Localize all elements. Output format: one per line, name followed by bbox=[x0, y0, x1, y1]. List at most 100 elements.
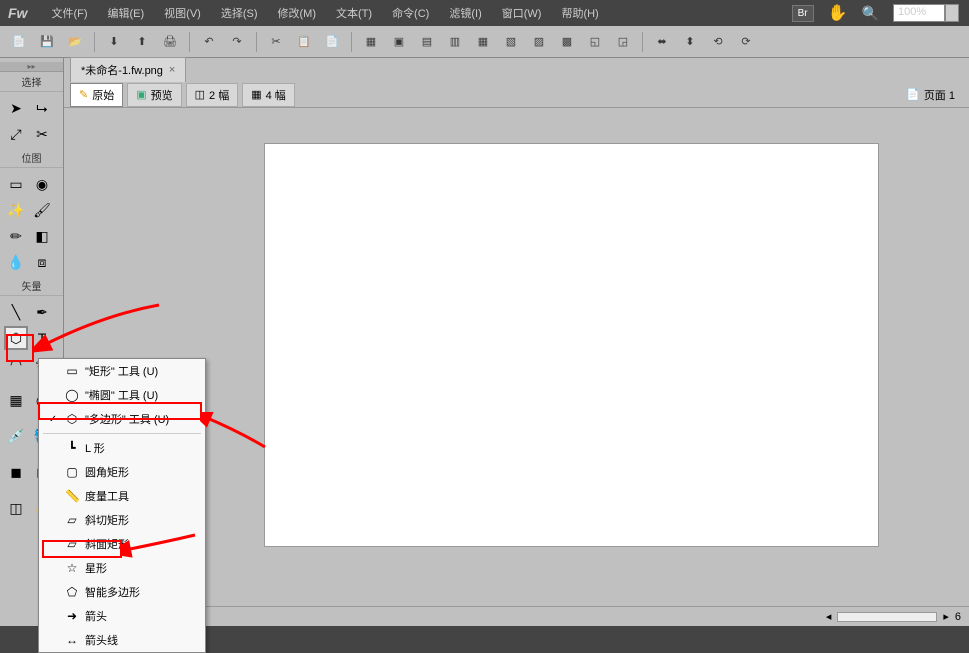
marquee-tool[interactable]: ▭ bbox=[4, 172, 28, 196]
scale-tool[interactable]: ⤢ bbox=[4, 122, 28, 146]
ctx-smartpoly[interactable]: ⬠ 智能多边形 bbox=[39, 580, 205, 604]
menu-help[interactable]: 帮助(H) bbox=[553, 2, 606, 24]
chamfer-icon: ▱ bbox=[65, 537, 79, 551]
open-button[interactable]: 📂 bbox=[64, 31, 86, 53]
zoom-select[interactable]: 100% bbox=[893, 4, 945, 22]
menu-window[interactable]: 窗口(W) bbox=[494, 2, 550, 24]
zoom-tool-icon[interactable]: 🔍 bbox=[862, 5, 879, 22]
menu-modify[interactable]: 修改(M) bbox=[270, 2, 325, 24]
redo-button[interactable]: ↷ bbox=[226, 31, 248, 53]
menu-text[interactable]: 文本(T) bbox=[328, 2, 380, 24]
menubar-right: Br ✋ 🔍 100% ▼ bbox=[792, 3, 969, 23]
ctx-ellipse[interactable]: ◯ "椭圆" 工具 (U) bbox=[39, 383, 205, 407]
import-button[interactable]: ⬇ bbox=[103, 31, 125, 53]
align-6[interactable]: ▩ bbox=[556, 31, 578, 53]
shape-tool[interactable]: ⬡ bbox=[4, 326, 28, 350]
bridge-button[interactable]: Br bbox=[792, 5, 814, 22]
ctx-arrowline[interactable]: ↔箭头线 bbox=[39, 628, 205, 652]
rotate-l[interactable]: ⟲ bbox=[707, 31, 729, 53]
pointer-tool[interactable]: ➤ bbox=[4, 96, 28, 120]
page-indicator[interactable]: 📄页面 1 bbox=[898, 85, 963, 105]
ungroup-button[interactable]: ▣ bbox=[388, 31, 410, 53]
hand-tool-icon[interactable]: ✋ bbox=[828, 3, 848, 23]
ctx-rect[interactable]: ▭"矩形" 工具 (U) bbox=[39, 359, 205, 383]
ctx-chamfer[interactable]: ▱斜面矩形 bbox=[39, 532, 205, 556]
stamp-tool[interactable]: ⧈ bbox=[30, 250, 54, 274]
align-1[interactable]: ▤ bbox=[416, 31, 438, 53]
copy-button[interactable]: 📋 bbox=[293, 31, 315, 53]
align-5[interactable]: ▨ bbox=[528, 31, 550, 53]
view-original[interactable]: ✎原始 bbox=[70, 83, 123, 107]
check-icon: ✓ bbox=[47, 414, 59, 425]
ctx-label: "椭圆" 工具 (U) bbox=[85, 387, 158, 403]
export-button[interactable]: ⬆ bbox=[131, 31, 153, 53]
print-button[interactable]: 🖨 bbox=[159, 31, 181, 53]
align-4[interactable]: ▧ bbox=[500, 31, 522, 53]
smartpoly-icon: ⬠ bbox=[65, 585, 79, 599]
ctx-lshape[interactable]: ┗ L 形 bbox=[39, 436, 205, 460]
paste-button[interactable]: 📄 bbox=[321, 31, 343, 53]
group-button[interactable]: ▦ bbox=[360, 31, 382, 53]
rotate-r[interactable]: ⟳ bbox=[735, 31, 757, 53]
ctx-measure[interactable]: 📏 度量工具 bbox=[39, 484, 205, 508]
view-split4[interactable]: ▦4 幅 bbox=[242, 83, 295, 107]
document-tab[interactable]: *未命名-1.fw.png × bbox=[70, 57, 186, 82]
ellipse-icon: ◯ bbox=[65, 388, 79, 402]
canvas[interactable] bbox=[264, 143, 879, 547]
menu-select[interactable]: 选择(S) bbox=[213, 2, 266, 24]
menu-edit[interactable]: 编辑(E) bbox=[100, 2, 153, 24]
view-split2[interactable]: ◫2 幅 bbox=[186, 83, 239, 107]
crop-tool[interactable]: ✂ bbox=[30, 122, 54, 146]
text-tool[interactable]: T bbox=[30, 326, 54, 350]
pencil-tool[interactable]: ✏ bbox=[4, 224, 28, 248]
undo-button[interactable]: ↶ bbox=[198, 31, 220, 53]
blur-tool[interactable]: 💧 bbox=[4, 250, 28, 274]
cut-button[interactable]: ✂ bbox=[265, 31, 287, 53]
new-button[interactable]: 📄 bbox=[8, 31, 30, 53]
menu-filter[interactable]: 滤镜(I) bbox=[441, 2, 489, 24]
ctx-bevel[interactable]: ▱斜切矩形 bbox=[39, 508, 205, 532]
eyedropper-tool[interactable]: 💉 bbox=[4, 424, 28, 448]
ctx-label: 星形 bbox=[85, 560, 107, 576]
view-mode[interactable]: ◫ bbox=[4, 496, 28, 520]
lshape-icon: ┗ bbox=[65, 441, 79, 455]
ctx-label: L 形 bbox=[85, 440, 105, 456]
subselect-tool[interactable]: ⮡ bbox=[30, 96, 54, 120]
close-tab-icon[interactable]: × bbox=[169, 64, 175, 76]
panel-collapse[interactable]: ▸▸ bbox=[0, 62, 63, 72]
align-3[interactable]: ▦ bbox=[472, 31, 494, 53]
zoom-dropdown-icon[interactable]: ▼ bbox=[945, 4, 959, 22]
stroke-color[interactable]: ◼ bbox=[4, 460, 28, 484]
arrange-1[interactable]: ◱ bbox=[584, 31, 606, 53]
scrollbar-horizontal[interactable] bbox=[837, 612, 937, 622]
main-toolbar: 📄 💾 📂 ⬇ ⬆ 🖨 ↶ ↷ ✂ 📋 📄 ▦ ▣ ▤ ▥ ▦ ▧ ▨ ▩ ◱ … bbox=[0, 26, 969, 58]
flip-h[interactable]: ⬌ bbox=[651, 31, 673, 53]
view-preview[interactable]: ▣预览 bbox=[127, 83, 181, 107]
ctx-label: 度量工具 bbox=[85, 488, 129, 504]
ctx-polygon[interactable]: ✓⬡"多边形" 工具 (U) bbox=[39, 407, 205, 431]
align-2[interactable]: ▥ bbox=[444, 31, 466, 53]
save-button[interactable]: 💾 bbox=[36, 31, 58, 53]
ctx-label: "矩形" 工具 (U) bbox=[85, 363, 158, 379]
measure-icon: 📏 bbox=[65, 489, 79, 503]
ctx-arrow[interactable]: ➜箭头 bbox=[39, 604, 205, 628]
lasso-tool[interactable]: ◉ bbox=[30, 172, 54, 196]
flip-v[interactable]: ⬍ bbox=[679, 31, 701, 53]
arrange-2[interactable]: ◲ bbox=[612, 31, 634, 53]
menu-bar: Fw 文件(F) 编辑(E) 视图(V) 选择(S) 修改(M) 文本(T) 命… bbox=[0, 0, 969, 26]
web-slice-tool[interactable]: ▦ bbox=[4, 388, 28, 412]
ctx-star[interactable]: ☆星形 bbox=[39, 556, 205, 580]
brush-tool[interactable]: 🖌 bbox=[30, 198, 54, 222]
menu-file[interactable]: 文件(F) bbox=[43, 2, 95, 24]
status-value: 6 bbox=[955, 611, 961, 623]
pen-tool[interactable]: ✒ bbox=[30, 300, 54, 324]
line-tool[interactable]: ╲ bbox=[4, 300, 28, 324]
menu-view[interactable]: 视图(V) bbox=[156, 2, 209, 24]
ctx-roundrect[interactable]: ▢圆角矩形 bbox=[39, 460, 205, 484]
menu-command[interactable]: 命令(C) bbox=[384, 2, 437, 24]
freeform-tool[interactable]: ◠ bbox=[4, 352, 28, 376]
arrowline-icon: ↔ bbox=[65, 633, 79, 647]
eraser-tool[interactable]: ◧ bbox=[30, 224, 54, 248]
wand-tool[interactable]: ✨ bbox=[4, 198, 28, 222]
ctx-label: 智能多边形 bbox=[85, 584, 140, 600]
